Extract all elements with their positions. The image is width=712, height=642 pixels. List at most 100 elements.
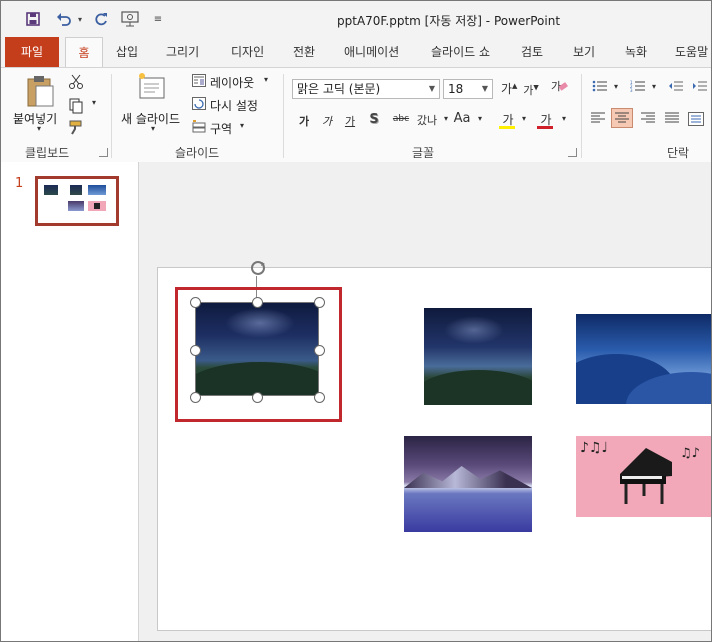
strikethrough-button[interactable]: abc <box>389 114 413 124</box>
font-color-dropdown-icon[interactable]: ▾ <box>559 114 569 123</box>
slide-editing-area: ♪♫♩ ♫♪ <box>139 162 711 641</box>
align-right-icon[interactable] <box>639 112 657 126</box>
thumb-image <box>68 201 84 211</box>
paragraph-group-label: 단락 <box>667 146 690 160</box>
clipboard-group-label: 클립보드 <box>25 146 70 160</box>
undo-icon[interactable] <box>53 9 75 29</box>
rotate-handle-icon[interactable] <box>248 258 268 278</box>
copy-icon[interactable] <box>67 98 85 114</box>
tab-transitions[interactable]: 전환 <box>293 37 315 67</box>
image-blue-dunes[interactable] <box>576 314 711 404</box>
font-launcher-icon[interactable] <box>568 148 577 157</box>
slide-canvas[interactable]: ♪♫♩ ♫♪ <box>157 261 711 631</box>
bullets-icon[interactable] <box>591 80 609 94</box>
change-case-button[interactable]: Aa <box>451 111 473 126</box>
section-dropdown-icon[interactable]: ▾ <box>237 121 247 130</box>
tab-design[interactable]: 디자인 <box>231 37 264 67</box>
slides-group-label: 슬라이드 <box>175 146 220 160</box>
paste-dropdown-icon[interactable]: ▾ <box>32 124 46 133</box>
paste-icon[interactable] <box>23 74 57 108</box>
italic-button[interactable]: 가 <box>320 113 334 129</box>
powerpoint-window: ▾ ≡ pptA70F.pptm [자동 저장] - PowerPoint 파일… <box>0 0 712 642</box>
image-night-hills[interactable] <box>424 308 532 405</box>
tab-insert[interactable]: 삽입 <box>116 37 138 67</box>
numbering-icon[interactable]: 123 <box>629 80 647 94</box>
shadow-button[interactable]: S <box>367 112 381 127</box>
ribbon-tabs: 파일 홈 삽입 그리기 디자인 전환 애니메이션 슬라이드 쇼 검토 보기 녹화… <box>1 37 711 68</box>
tab-animations[interactable]: 애니메이션 <box>344 37 399 67</box>
grow-font-button[interactable]: 가▲ <box>501 80 517 97</box>
bullets-dropdown-icon[interactable]: ▾ <box>611 82 621 91</box>
redo-icon[interactable] <box>91 9 111 29</box>
tab-record[interactable]: 녹화 <box>625 37 647 67</box>
chevron-down-icon: ▼ <box>428 84 435 93</box>
music-notes-icon: ♪♫♩ <box>580 440 609 456</box>
section-icon[interactable] <box>191 120 207 134</box>
thumb-image <box>88 201 106 211</box>
reset-icon[interactable] <box>191 97 207 111</box>
thumb-image <box>44 185 58 195</box>
tab-draw[interactable]: 그리기 <box>166 37 199 67</box>
layout-icon[interactable] <box>191 74 207 88</box>
layout-label[interactable]: 레이아웃 <box>210 74 254 91</box>
increase-indent-icon[interactable] <box>691 80 709 94</box>
case-dropdown-icon[interactable]: ▾ <box>475 114 485 123</box>
new-slide-icon[interactable] <box>137 72 167 104</box>
image-piano[interactable]: ♪♫♩ ♫♪ <box>576 436 711 517</box>
format-painter-icon[interactable] <box>67 120 85 136</box>
highlight-dropdown-icon[interactable]: ▾ <box>519 114 529 123</box>
underline-button[interactable]: 가 <box>343 113 357 129</box>
reset-label[interactable]: 다시 설정 <box>210 97 258 114</box>
character-spacing-label: 갔나 <box>416 114 438 127</box>
image-mountain-lake[interactable] <box>404 436 532 532</box>
copy-dropdown-icon[interactable]: ▾ <box>89 98 99 107</box>
thumb-image <box>70 185 82 195</box>
layout-dropdown-icon[interactable]: ▾ <box>261 75 271 84</box>
slide-thumbnail[interactable] <box>35 176 119 226</box>
font-name-select[interactable]: 맑은 고딕 (본문) ▼ <box>292 79 440 99</box>
tab-help[interactable]: 도움말 <box>675 37 708 67</box>
slide-thumbnail-pane: 1 <box>1 162 139 641</box>
decrease-indent-icon[interactable] <box>667 80 685 94</box>
font-color-button[interactable]: 가 <box>537 111 555 129</box>
tab-home[interactable]: 홈 <box>65 37 103 68</box>
section-label[interactable]: 구역 <box>210 120 232 137</box>
align-center-icon[interactable] <box>611 108 633 128</box>
tab-review[interactable]: 검토 <box>521 37 543 67</box>
tab-slideshow[interactable]: 슬라이드 쇼 <box>431 37 490 67</box>
clipboard-launcher-icon[interactable] <box>99 148 108 157</box>
save-icon[interactable] <box>23 9 43 29</box>
undo-dropdown-icon[interactable]: ▾ <box>75 9 85 29</box>
character-spacing-button[interactable]: 갔나 <box>415 112 439 128</box>
milky-way <box>444 316 504 344</box>
tab-file[interactable]: 파일 <box>5 37 59 67</box>
cut-icon[interactable] <box>67 74 85 92</box>
numbering-dropdown-icon[interactable]: ▾ <box>649 82 659 91</box>
shrink-font-button[interactable]: 가▼ <box>523 82 539 98</box>
clear-formatting-icon[interactable]: 가 <box>549 78 569 96</box>
new-slide-dropdown-icon[interactable]: ▾ <box>147 124 159 133</box>
font-size-select[interactable]: 18 ▼ <box>443 79 493 99</box>
ribbon-home: 붙여넣기 ▾ ▾ 클립보드 새 슬라이드 ▾ 레이아웃 ▾ 다시 설정 구역 ▾… <box>1 67 711 163</box>
present-icon[interactable] <box>119 9 141 29</box>
slide-number: 1 <box>15 176 24 191</box>
grow-font-label: 가 <box>501 82 513 96</box>
chevron-down-icon: ▼ <box>481 84 488 93</box>
window-title: pptA70F.pptm [자동 저장] - PowerPoint <box>337 14 561 28</box>
piano-icon <box>616 446 676 504</box>
align-left-icon[interactable] <box>589 112 607 126</box>
customize-icon[interactable]: ≡ <box>151 9 165 29</box>
bold-button[interactable]: 가 <box>297 113 311 129</box>
tab-view[interactable]: 보기 <box>573 37 595 67</box>
font-color-label: 가 <box>540 113 552 127</box>
columns-icon[interactable] <box>687 112 705 126</box>
font-group-label: 글꼴 <box>412 146 435 160</box>
title-bar: ▾ ≡ pptA70F.pptm [자동 저장] - PowerPoint <box>1 1 711 37</box>
highlight-label: 가 <box>502 113 514 127</box>
font-size-value: 18 <box>448 82 464 96</box>
justify-icon[interactable] <box>663 112 681 126</box>
highlight-box <box>175 287 342 422</box>
highlight-color-button[interactable]: 가 <box>499 111 517 129</box>
spacing-dropdown-icon[interactable]: ▾ <box>441 114 451 123</box>
thumb-piano <box>94 203 100 209</box>
